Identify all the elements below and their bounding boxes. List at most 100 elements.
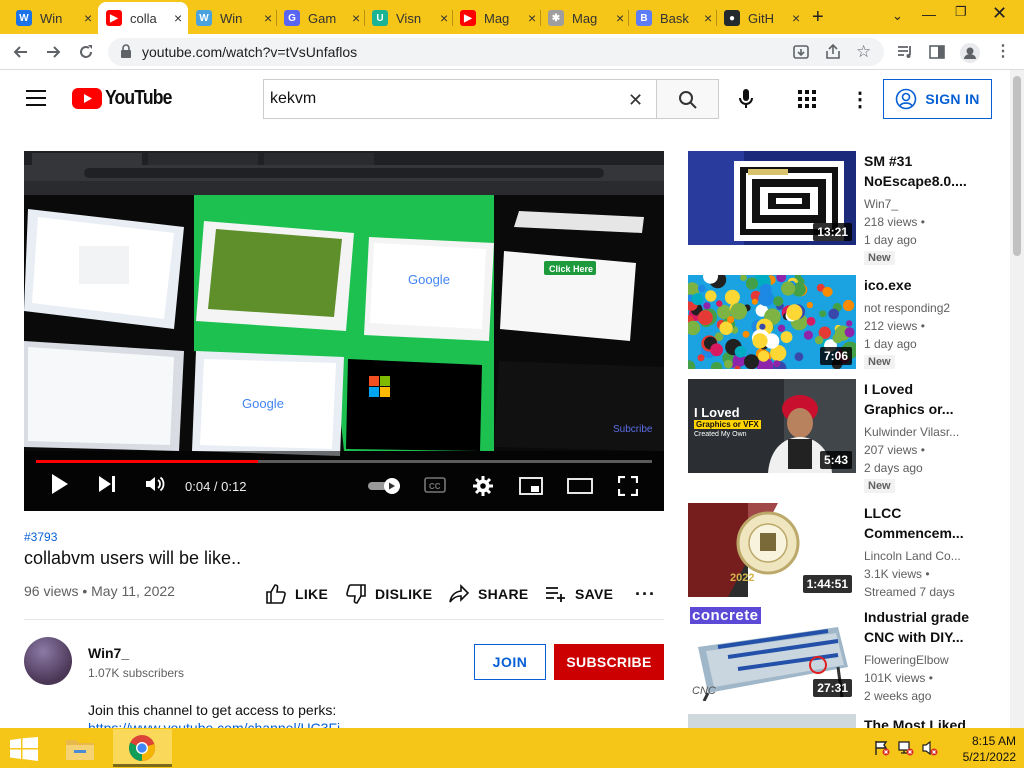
related-video-item[interactable]: 13:21 SM #31 NoEscape8.0.... Win7_ 218 v… <box>688 151 1008 265</box>
tray-flag-icon[interactable] <box>874 740 890 761</box>
miniplayer-icon[interactable] <box>519 477 543 500</box>
file-explorer-icon[interactable] <box>64 734 96 767</box>
side-panel-icon[interactable] <box>928 43 946 61</box>
page-scrollbar[interactable] <box>1010 70 1024 728</box>
tab-close-icon[interactable]: × <box>440 10 448 26</box>
description-link[interactable]: https://www.youtube.com/channel/UC3Fi <box>88 720 340 728</box>
related-video-item[interactable]: I Loved Graphics or VFX Created My Own 5… <box>688 379 1008 493</box>
subtitles-icon[interactable]: CC <box>424 477 446 498</box>
browser-tab[interactable]: ▶ Mag × <box>452 2 540 34</box>
clear-search-icon[interactable]: ✕ <box>628 90 643 111</box>
related-video-title[interactable]: I Loved Graphics or... <box>864 379 974 419</box>
related-video-title[interactable]: LLCC Commencem... <box>864 503 974 543</box>
share-page-icon[interactable] <box>824 43 842 66</box>
browser-tab[interactable]: W Win × <box>8 2 98 34</box>
related-video-item[interactable]: 7:06 ico.exe not responding2 212 views •… <box>688 275 1008 385</box>
video-thumbnail[interactable]: 2022 1:44:51 <box>688 503 856 597</box>
related-channel-name[interactable]: Lincoln Land Co... <box>864 549 974 563</box>
tab-close-icon[interactable]: × <box>528 10 536 26</box>
search-input[interactable] <box>270 88 610 110</box>
subscribe-button[interactable]: SUBSCRIBE <box>554 644 664 680</box>
autoplay-toggle[interactable] <box>368 478 404 499</box>
tab-close-icon[interactable]: × <box>84 10 92 26</box>
scrollbar-thumb[interactable] <box>1013 76 1021 256</box>
more-actions-icon[interactable]: ··· <box>635 583 656 605</box>
tab-close-icon[interactable]: × <box>616 10 624 26</box>
channel-avatar[interactable] <box>24 637 72 685</box>
video-thumbnail[interactable] <box>688 714 856 728</box>
play-icon[interactable] <box>50 473 70 500</box>
hashtag-link[interactable]: #3793 <box>24 530 57 544</box>
tab-close-icon[interactable]: × <box>352 10 360 26</box>
browser-tab[interactable]: ✱ Mag × <box>540 2 628 34</box>
bookmark-star-icon[interactable]: ☆ <box>856 42 871 62</box>
browser-tab[interactable]: U Visn × <box>364 2 452 34</box>
youtube-logo[interactable]: YouTube <box>72 87 181 110</box>
address-bar[interactable]: youtube.com/watch?v=tVsUnfaflos ☆ <box>108 38 884 66</box>
tab-search-chevron-icon[interactable]: ⌄ <box>892 8 903 24</box>
settings-gear-icon[interactable] <box>473 476 493 501</box>
video-thumbnail[interactable]: 13:21 <box>688 151 856 245</box>
related-video-title[interactable]: ico.exe <box>864 275 974 295</box>
install-app-icon[interactable] <box>792 43 810 66</box>
related-video-item[interactable]: The Most Liked <box>688 714 1008 728</box>
share-label: SHARE <box>478 586 529 602</box>
related-channel-name[interactable]: not responding2 <box>864 301 974 315</box>
video-thumbnail[interactable]: concrete CNC 27:31 <box>688 607 856 701</box>
media-control-icon[interactable] <box>896 43 914 61</box>
forward-arrow-icon[interactable] <box>44 43 62 61</box>
tab-close-icon[interactable]: × <box>704 10 712 26</box>
progress-bar[interactable] <box>36 460 652 463</box>
new-tab-plus-icon[interactable]: + <box>812 6 824 29</box>
browser-tab[interactable]: G Gam × <box>276 2 364 34</box>
search-button[interactable] <box>656 79 719 119</box>
tray-volume-muted-icon[interactable] <box>922 740 938 761</box>
join-button[interactable]: JOIN <box>474 644 546 680</box>
voice-search-icon[interactable] <box>738 88 754 115</box>
related-channel-name[interactable]: FloweringElbow <box>864 653 974 667</box>
browser-tab-active[interactable]: ▶ colla × <box>98 2 188 34</box>
browser-tab[interactable]: B Bask × <box>628 2 716 34</box>
channel-name[interactable]: Win7_ <box>88 645 129 661</box>
reload-icon[interactable] <box>77 43 95 61</box>
minimize-icon[interactable]: — <box>922 6 936 22</box>
start-windows-icon[interactable] <box>10 737 38 766</box>
save-button[interactable]: SAVE <box>545 583 613 605</box>
close-window-icon[interactable]: ✕ <box>992 3 1007 24</box>
share-button[interactable]: SHARE <box>448 583 529 605</box>
settings-more-icon[interactable]: ⋮ <box>850 87 870 112</box>
related-video-title[interactable]: Industrial grade CNC with DIY... <box>864 607 974 647</box>
related-video-item[interactable]: concrete CNC 27:31 Industrial grade CNC … <box>688 607 1008 703</box>
video-thumbnail[interactable]: 7:06 <box>688 275 856 369</box>
fullscreen-icon[interactable] <box>617 475 639 501</box>
dislike-button[interactable]: DISLIKE <box>345 583 432 605</box>
browser-tab[interactable]: W Win × <box>188 2 276 34</box>
related-video-item[interactable]: 2022 1:44:51 LLCC Commencem... Lincoln L… <box>688 503 1008 599</box>
related-video-title[interactable]: SM #31 NoEscape8.0.... <box>864 151 974 191</box>
back-arrow-icon[interactable] <box>12 43 30 61</box>
related-channel-name[interactable]: Win7_ <box>864 197 974 211</box>
search-box[interactable]: ✕ <box>263 79 656 119</box>
related-video-title[interactable]: The Most Liked <box>864 715 974 728</box>
profile-avatar-icon[interactable] <box>960 43 980 63</box>
tray-network-icon[interactable] <box>898 740 914 761</box>
theater-mode-icon[interactable] <box>567 478 593 499</box>
system-clock[interactable]: 8:15 AM 5/21/2022 <box>944 733 1016 765</box>
browser-menu-icon[interactable]: ⋮ <box>994 43 1012 61</box>
like-button[interactable]: LIKE <box>265 583 328 605</box>
tab-close-icon[interactable]: × <box>174 10 182 26</box>
related-channel-name[interactable]: Kulwinder Vilasr... <box>864 425 974 439</box>
apps-grid-icon[interactable] <box>798 90 816 113</box>
video-player[interactable]: Google Click Here Google Subcribe 0:04 /… <box>24 151 664 511</box>
playlist-add-icon <box>546 587 565 602</box>
tab-close-icon[interactable]: × <box>264 10 272 26</box>
restore-icon[interactable]: ❐ <box>955 4 967 20</box>
video-thumbnail[interactable]: I Loved Graphics or VFX Created My Own 5… <box>688 379 856 473</box>
volume-icon[interactable] <box>144 475 166 498</box>
hamburger-menu-icon[interactable] <box>26 90 46 111</box>
sign-in-button[interactable]: SIGN IN <box>883 79 992 119</box>
chrome-taskbar-button[interactable] <box>113 729 172 767</box>
next-video-icon[interactable] <box>97 475 117 498</box>
browser-tab[interactable]: ● GitH × <box>716 2 804 34</box>
tab-close-icon[interactable]: × <box>792 10 800 26</box>
